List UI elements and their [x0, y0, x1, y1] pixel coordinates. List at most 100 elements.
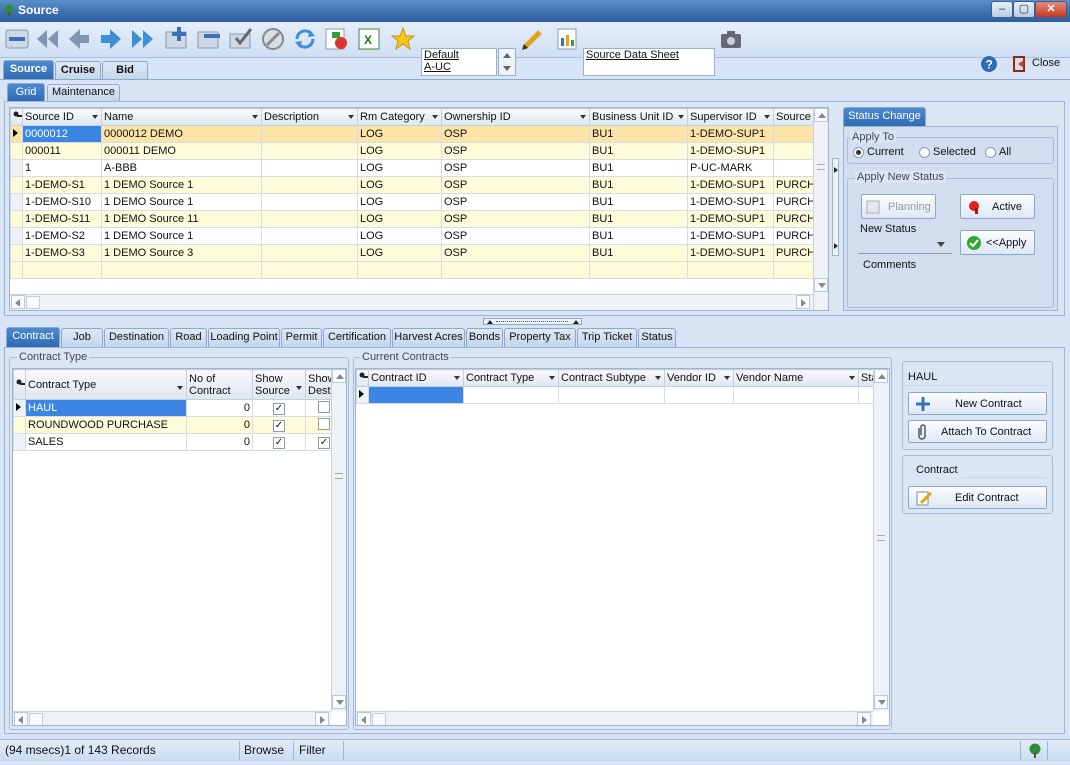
add-icon[interactable]	[164, 26, 190, 52]
show-source-checkbox[interactable]: ✓	[273, 419, 285, 432]
tab-destination[interactable]: Destination	[104, 328, 169, 347]
show-source-checkbox[interactable]: ✓	[273, 436, 285, 449]
scroll-down-button[interactable]	[814, 278, 828, 292]
edit-contract-button[interactable]: Edit Contract	[908, 486, 1047, 509]
show-dest-checkbox[interactable]	[318, 400, 330, 413]
table-cell[interactable]: OSP	[441, 193, 590, 211]
table-cell[interactable]: HAUL	[25, 399, 187, 417]
table-cell[interactable]: 0	[186, 399, 253, 417]
table-cell[interactable]: OSP	[441, 210, 590, 228]
scroll-left-button[interactable]	[14, 712, 28, 725]
table-cell[interactable]: LOG	[357, 159, 442, 177]
table-cell[interactable]	[733, 386, 859, 404]
hscroll-thumb[interactable]	[26, 296, 40, 309]
table-cell[interactable]: 1-DEMO-S10	[22, 193, 102, 211]
table-cell[interactable]: OSP	[441, 176, 590, 194]
table-cell[interactable]	[773, 125, 815, 143]
source-grid-hscroll[interactable]	[10, 294, 813, 310]
table-cell[interactable]: 1-DEMO-SUP1	[687, 244, 774, 262]
table-cell[interactable]	[368, 386, 464, 404]
table-cell[interactable]: BU1	[589, 176, 688, 194]
col-header-vendor-name[interactable]: Vendor Name	[733, 369, 859, 387]
table-cell[interactable]: 1-DEMO-SUP1	[687, 227, 774, 245]
hscroll-thumb[interactable]	[372, 713, 386, 725]
table-cell[interactable]	[664, 386, 734, 404]
table-cell[interactable]: 1-DEMO-S1	[22, 176, 102, 194]
table-cell[interactable]: BU1	[589, 125, 688, 143]
new-contract-button[interactable]: New Contract	[908, 392, 1047, 415]
table-row[interactable]	[356, 386, 874, 404]
col-header-name[interactable]: Name	[101, 108, 262, 126]
tab-status-change[interactable]: Status Change	[843, 107, 926, 126]
table-cell[interactable]	[261, 244, 358, 262]
refresh-icon[interactable]	[292, 26, 318, 52]
col-header-vendor-id[interactable]: Vendor ID	[664, 369, 734, 387]
table-cell[interactable]: BU1	[589, 193, 688, 211]
table-cell[interactable]: 1 DEMO Source 1	[101, 193, 262, 211]
radio-selected[interactable]	[919, 147, 930, 158]
table-cell[interactable]	[858, 386, 874, 404]
radio-current[interactable]	[853, 147, 864, 158]
show-source-cell[interactable]: ✓	[252, 416, 306, 434]
tab-road[interactable]: Road	[170, 328, 207, 347]
table-cell[interactable]	[261, 142, 358, 160]
table-cell[interactable]: 1-DEMO-SUP1	[687, 142, 774, 160]
table-cell[interactable]: PURCHA	[773, 210, 815, 228]
table-cell[interactable]: 1-DEMO-SUP1	[687, 125, 774, 143]
delete-icon[interactable]	[196, 26, 222, 52]
table-cell[interactable]: LOG	[357, 227, 442, 245]
tab-maintenance[interactable]: Maintenance	[47, 84, 120, 101]
tab-permit[interactable]: Permit	[281, 328, 322, 347]
layout-combo[interactable]: Default A-UC	[421, 48, 497, 76]
report-icon[interactable]	[554, 26, 580, 52]
table-cell[interactable]: 0000012 DEMO	[101, 125, 262, 143]
table-row[interactable]: 1-DEMO-S11 1 DEMO Source 11 LOG OSP BU1 1-DEM…	[10, 210, 815, 228]
tab-status[interactable]: Status	[638, 328, 676, 347]
table-cell[interactable]: OSP	[441, 159, 590, 177]
combo-spinner[interactable]	[498, 48, 516, 76]
maximize-button[interactable]: ▢	[1013, 1, 1035, 18]
table-row[interactable]: HAUL 0 ✓	[13, 399, 343, 417]
table-cell[interactable]	[261, 176, 358, 194]
next-record-icon[interactable]	[98, 26, 124, 52]
table-cell[interactable]: 0	[186, 416, 253, 434]
current-contracts-vscroll[interactable]	[873, 369, 889, 711]
tab-bonds[interactable]: Bonds	[466, 328, 503, 347]
table-cell[interactable]	[261, 227, 358, 245]
col-header-contract-subtype[interactable]: Contract Subtype	[558, 369, 665, 387]
contract-type-vscroll[interactable]	[331, 369, 346, 711]
tab-harvest-acres[interactable]: Harvest Acres	[392, 328, 465, 347]
show-source-checkbox[interactable]: ✓	[273, 402, 285, 415]
tab-trip-ticket[interactable]: Trip Ticket	[577, 328, 637, 347]
help-icon[interactable]: ?	[980, 55, 998, 73]
table-cell[interactable]: BU1	[589, 159, 688, 177]
table-cell[interactable]: 1 DEMO Source 3	[101, 244, 262, 262]
window-close-button[interactable]: ✕	[1035, 1, 1067, 18]
favorite-icon[interactable]	[390, 26, 416, 52]
col-header-status[interactable]: Sta	[858, 369, 874, 387]
planning-button[interactable]: Planning	[861, 194, 936, 219]
attach-to-contract-button[interactable]: Attach To Contract	[908, 420, 1047, 443]
source-grid-vscroll[interactable]	[813, 108, 828, 310]
cancel-icon[interactable]	[260, 26, 286, 52]
table-cell[interactable]: 1 DEMO Source 1	[101, 227, 262, 245]
scroll-left-button[interactable]	[357, 712, 371, 725]
table-cell[interactable]: A-BBB	[101, 159, 262, 177]
table-cell[interactable]	[773, 159, 815, 177]
table-cell[interactable]: LOG	[357, 125, 442, 143]
show-dest-checkbox[interactable]	[318, 417, 330, 430]
new-status-select[interactable]	[858, 236, 952, 254]
table-row[interactable]: ROUNDWOOD PURCHASE 0 ✓	[13, 416, 343, 434]
scroll-up-button[interactable]	[874, 369, 888, 383]
table-cell[interactable]: 1	[22, 159, 102, 177]
table-row[interactable]: 1-DEMO-S10 1 DEMO Source 1 LOG OSP BU1 1-DEMO…	[10, 193, 815, 211]
post-icon[interactable]	[228, 26, 254, 52]
first-record-icon[interactable]	[34, 26, 60, 52]
tab-loading-point[interactable]: Loading Point	[208, 328, 280, 347]
table-cell[interactable]: LOG	[357, 193, 442, 211]
table-cell[interactable]: OSP	[441, 142, 590, 160]
col-header-contract-type[interactable]: Contract Type	[463, 369, 559, 387]
table-row[interactable]: 1-DEMO-S1 1 DEMO Source 1 LOG OSP BU1 1-DEMO-…	[10, 176, 815, 194]
splitter-handle[interactable]	[832, 158, 839, 256]
remove-icon[interactable]	[4, 26, 30, 52]
